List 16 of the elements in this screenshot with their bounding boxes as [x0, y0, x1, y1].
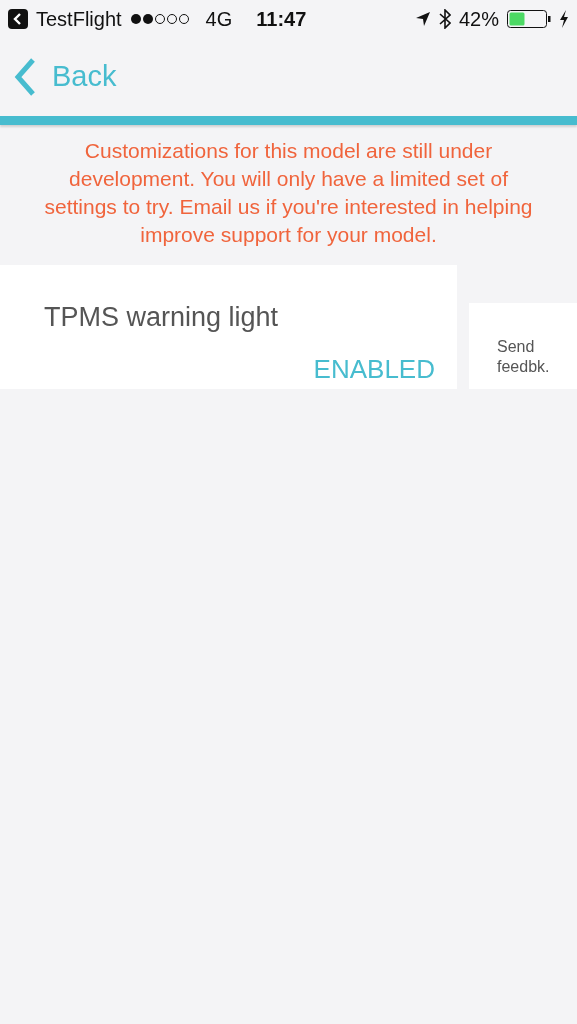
signal-icon	[129, 13, 190, 25]
battery-icon	[507, 10, 551, 28]
bluetooth-icon	[438, 9, 451, 29]
back-app-label[interactable]: TestFlight	[36, 4, 122, 34]
back-app-icon[interactable]	[8, 9, 28, 29]
warning-message: Customizations for this model are still under development. You will only have a limited set of settings to try. Email us if you're interested in helping improve support for your model.	[43, 138, 534, 248]
feedback-button[interactable]: Send feedbk.	[469, 303, 577, 389]
clock: 11:47	[256, 7, 307, 32]
back-chevron-icon	[14, 58, 36, 96]
location-icon	[414, 11, 431, 27]
battery-percent: 42%	[458, 7, 499, 32]
charging-icon	[559, 10, 569, 28]
setting-label: TPMS warning light	[44, 301, 280, 334]
setting-value: ENABLED	[312, 352, 435, 386]
network-type: 4G	[205, 7, 233, 32]
setting-card[interactable]: TPMS warning light ENABLED	[0, 265, 457, 389]
